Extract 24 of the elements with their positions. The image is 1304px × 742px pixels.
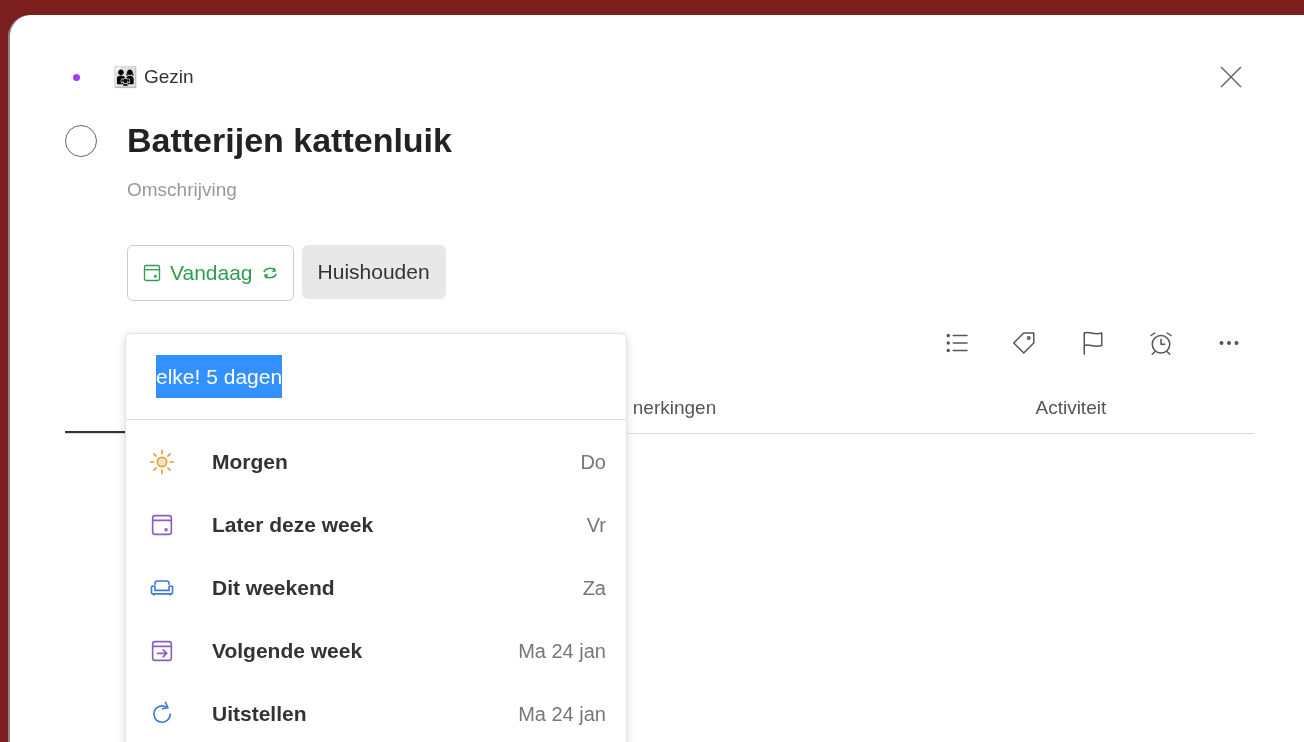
option-label: Later deze week [212, 511, 374, 538]
date-option[interactable]: Later deze week Vr [126, 493, 626, 556]
date-option[interactable]: Volgende week Ma 24 jan [126, 619, 626, 682]
sun-icon [148, 447, 176, 476]
option-day: Ma 24 jan [518, 635, 606, 666]
option-label: Uitstellen [212, 700, 307, 727]
option-label: Morgen [212, 448, 288, 475]
date-option[interactable]: Uitstellen Ma 24 jan [126, 682, 626, 742]
option-label: Volgende week [212, 637, 363, 664]
task-title: Batterijen kattenluik [127, 120, 452, 161]
description-field[interactable]: Omschrijving [127, 176, 627, 205]
family-emoji: 👨‍👩‍👧 [113, 65, 138, 90]
option-day: Vr [586, 509, 606, 540]
project-name: Gezin [144, 64, 194, 89]
option-label: Dit weekend [212, 574, 335, 601]
option-day: Ma 24 jan [518, 698, 606, 729]
tab[interactable]: nerkingen [461, 384, 858, 433]
calendar-icon [142, 262, 162, 283]
tab[interactable]: Activiteit [857, 384, 1254, 433]
option-day: Do [580, 446, 606, 477]
option-day: Za [582, 572, 606, 603]
section-button[interactable]: Huishouden [301, 244, 446, 299]
date-option[interactable]: Dit weekend Za [126, 556, 626, 619]
date-option[interactable]: Morgen Do [126, 430, 626, 493]
